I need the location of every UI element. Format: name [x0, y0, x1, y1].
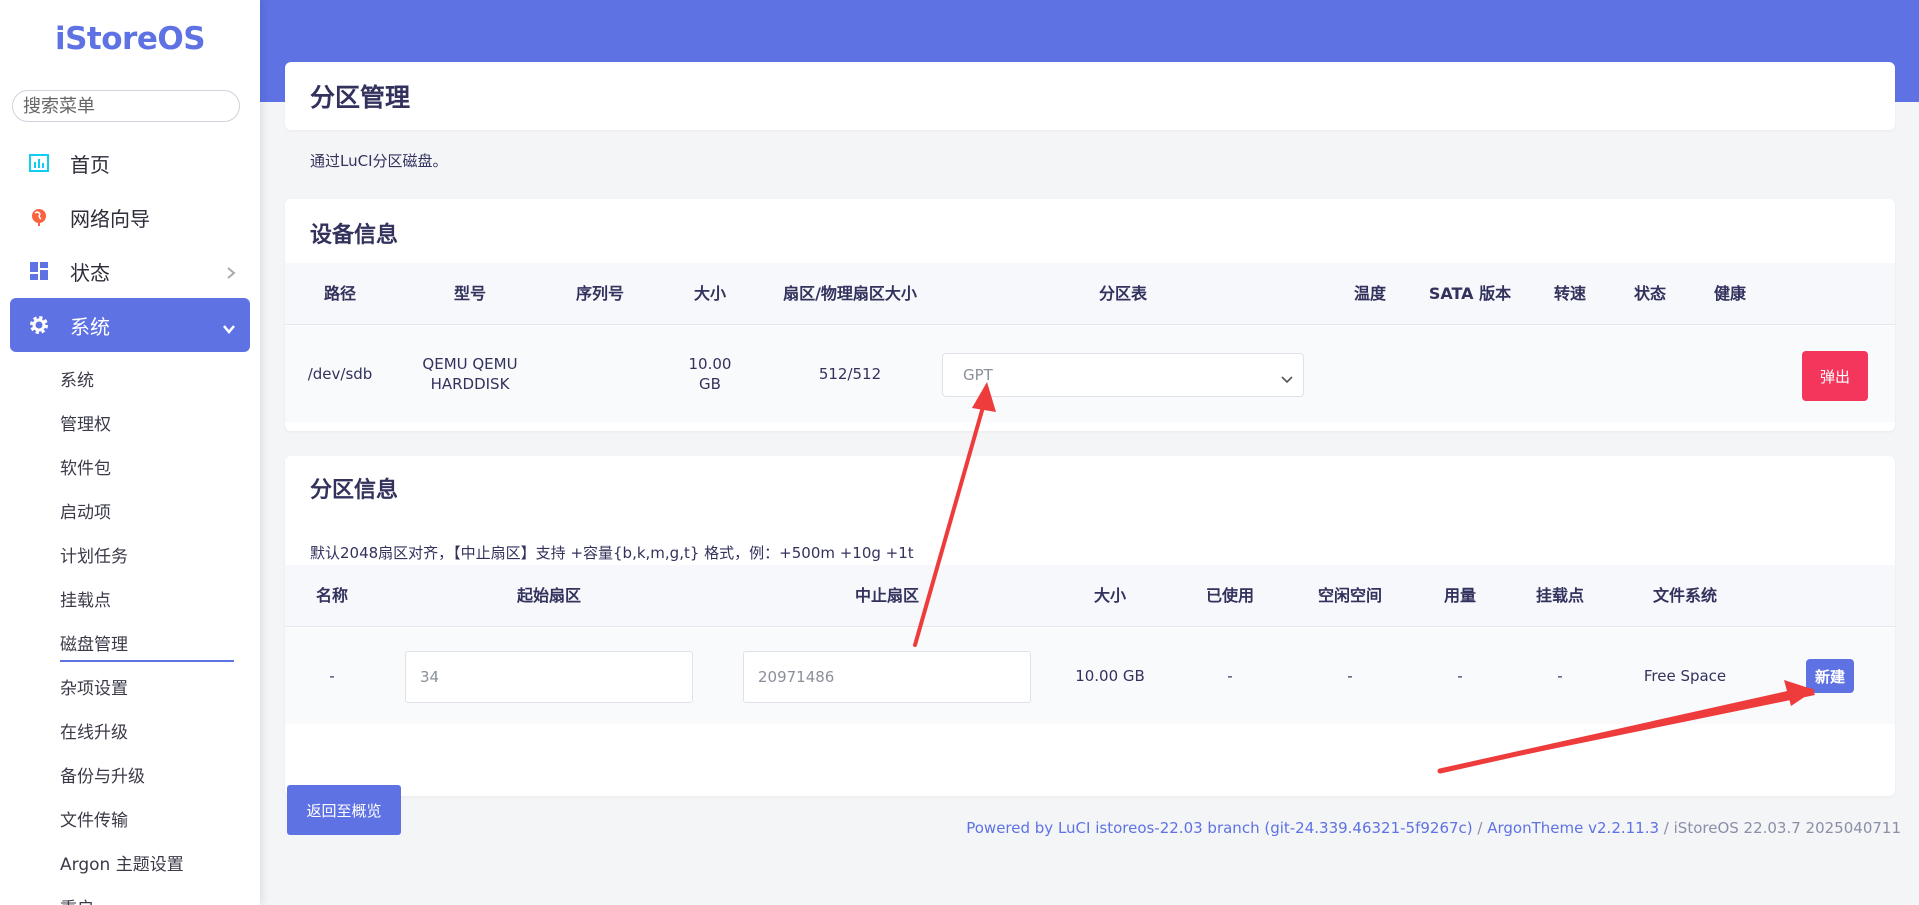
- col-name: 名称: [315, 585, 348, 605]
- subitem-startup[interactable]: 启动项: [0, 488, 260, 532]
- table-row: /dev/sdb QEMU QEMU HARDDISK 10.00 GB 512…: [285, 326, 1895, 422]
- cell-serial: [545, 326, 655, 422]
- subitem-system[interactable]: 系统: [0, 356, 260, 400]
- end-sector-input[interactable]: 20971486: [743, 651, 1031, 703]
- device-info-card: 设备信息 路径 型号 序列号 大小 扇区/物理扇区大小 分区表 温度 SATA …: [285, 199, 1895, 431]
- sidebar-item-status[interactable]: 状态: [10, 244, 250, 298]
- subitem-mounts[interactable]: 挂载点: [0, 576, 260, 620]
- cell-path: /dev/sdb: [307, 365, 373, 383]
- new-partition-button[interactable]: 新建: [1806, 659, 1854, 693]
- eject-button[interactable]: 弹出: [1802, 351, 1868, 401]
- col-model: 型号: [453, 283, 486, 303]
- footer-theme-link[interactable]: ArgonTheme v2.2.11.3: [1487, 819, 1659, 837]
- subitem-online-upgrade[interactable]: 在线升级: [0, 708, 260, 752]
- col-filesystem: 文件系统: [1652, 585, 1717, 605]
- col-end-sector: 中止扇区: [854, 585, 919, 605]
- globe-icon: [26, 205, 52, 229]
- device-info-title: 设备信息: [310, 223, 399, 248]
- cell-model-line1: QEMU QEMU: [422, 355, 518, 373]
- subitem-backup[interactable]: 备份与升级: [0, 752, 260, 796]
- chevron-down-icon: [222, 315, 236, 339]
- footer: Powered by LuCI istoreos-22.03 branch (g…: [966, 819, 1901, 837]
- subitem-file-transfer[interactable]: 文件传输: [0, 796, 260, 840]
- subitem-reboot[interactable]: 重启: [0, 884, 260, 905]
- logo[interactable]: iStoreOS: [0, 0, 260, 78]
- partition-table-select[interactable]: GPT: [942, 353, 1304, 397]
- partition-table-header: 名称 起始扇区 中止扇区 大小 已使用 空闲空间 用量 挂载点 文件系统: [285, 565, 1895, 627]
- device-table-header: 路径 型号 序列号 大小 扇区/物理扇区大小 分区表 温度 SATA 版本 转速…: [285, 263, 1895, 325]
- cell-size: 10.00 GB: [1075, 667, 1145, 685]
- main-content: 分区管理 通过LuCI分区磁盘。 设备信息 路径 型号 序列号 大小 扇区/物理…: [285, 62, 1895, 796]
- col-status: 状态: [1633, 283, 1666, 303]
- chevron-down-icon: [1281, 370, 1293, 388]
- footer-separator: /: [1659, 819, 1674, 837]
- subitem-cron[interactable]: 计划任务: [0, 532, 260, 576]
- cell-used: -: [1227, 667, 1233, 685]
- sidebar-item-label: 状态: [70, 260, 110, 285]
- chevron-right-icon: [226, 261, 236, 285]
- sidebar-item-home[interactable]: 首页: [10, 136, 250, 190]
- col-mount: 挂载点: [1535, 585, 1584, 605]
- sidebar-item-network-wizard[interactable]: 网络向导: [10, 190, 250, 244]
- cell-usage: -: [1457, 667, 1463, 685]
- subitem-argon-settings[interactable]: Argon 主题设置: [0, 840, 260, 884]
- subitem-disk-management[interactable]: 磁盘管理: [0, 620, 260, 664]
- col-size: 大小: [1093, 585, 1126, 605]
- start-sector-input[interactable]: 34: [405, 651, 693, 703]
- sidebar-item-label: 系统: [70, 314, 110, 339]
- back-to-overview-button[interactable]: 返回至概览: [287, 785, 401, 835]
- cell-size-line2: GB: [699, 375, 721, 393]
- partition-table-value: GPT: [963, 366, 993, 384]
- sidebar-nav: 首页 网络向导 状态 系统: [0, 136, 260, 352]
- page-title: 分区管理: [285, 62, 1895, 130]
- col-size: 大小: [693, 283, 726, 303]
- gear-icon: [26, 313, 52, 337]
- cell-model: QEMU QEMU HARDDISK: [395, 326, 545, 422]
- col-sector: 扇区/物理扇区大小: [783, 283, 917, 303]
- chart-icon: [26, 151, 52, 175]
- col-usage: 用量: [1443, 585, 1476, 605]
- search-wrap: [0, 78, 260, 130]
- footer-version: iStoreOS 22.03.7 2025040711: [1673, 819, 1901, 837]
- footer-separator: /: [1472, 819, 1488, 837]
- col-rpm: 转速: [1553, 283, 1586, 303]
- cell-mount: -: [1557, 667, 1563, 685]
- cell-filesystem: Free Space: [1643, 667, 1727, 685]
- col-temperature: 温度: [1353, 283, 1386, 303]
- cell-size: 10.00 GB: [655, 326, 765, 422]
- cell-free: -: [1347, 667, 1353, 685]
- partition-note: 默认2048扇区对齐，【中止扇区】支持 +容量{b,k,m,g,t} 格式，例：…: [310, 544, 914, 562]
- col-used: 已使用: [1205, 585, 1254, 605]
- footer-luci-link[interactable]: Powered by LuCI istoreos-22.03 branch (g…: [966, 819, 1472, 837]
- sidebar-item-label: 网络向导: [70, 206, 150, 231]
- col-health: 健康: [1713, 283, 1746, 303]
- sidebar-item-label: 首页: [70, 152, 110, 177]
- col-free: 空闲空间: [1317, 585, 1382, 605]
- partition-info-card: 分区信息 默认2048扇区对齐，【中止扇区】支持 +容量{b,k,m,g,t} …: [285, 456, 1895, 796]
- col-sata: SATA 版本: [1428, 283, 1512, 303]
- subitem-packages[interactable]: 软件包: [0, 444, 260, 488]
- search-input[interactable]: [12, 90, 240, 122]
- cell-size-line1: 10.00: [688, 355, 732, 373]
- page-description: 通过LuCI分区磁盘。: [310, 152, 448, 170]
- cell-model-line2: HARDDISK: [430, 375, 510, 393]
- sidebar-item-system[interactable]: 系统: [10, 298, 250, 352]
- sidebar-submenu: 系统 管理权 软件包 启动项 计划任务 挂载点 磁盘管理 杂项设置 在线升级 备…: [0, 352, 260, 905]
- cell-sector: 512/512: [818, 365, 882, 383]
- col-start-sector: 起始扇区: [516, 585, 581, 605]
- grid-icon: [26, 259, 52, 283]
- col-partition-table: 分区表: [1098, 283, 1147, 303]
- col-serial: 序列号: [575, 283, 624, 303]
- subitem-admin[interactable]: 管理权: [0, 400, 260, 444]
- cell-name: -: [329, 667, 335, 685]
- subitem-misc[interactable]: 杂项设置: [0, 664, 260, 708]
- partition-info-title: 分区信息: [310, 478, 399, 503]
- col-path: 路径: [323, 283, 356, 303]
- sidebar: iStoreOS 首页 网络向导 状态: [0, 0, 260, 905]
- table-row: - 34 20971486 10.00 GB - - - - Free Spac…: [285, 628, 1895, 724]
